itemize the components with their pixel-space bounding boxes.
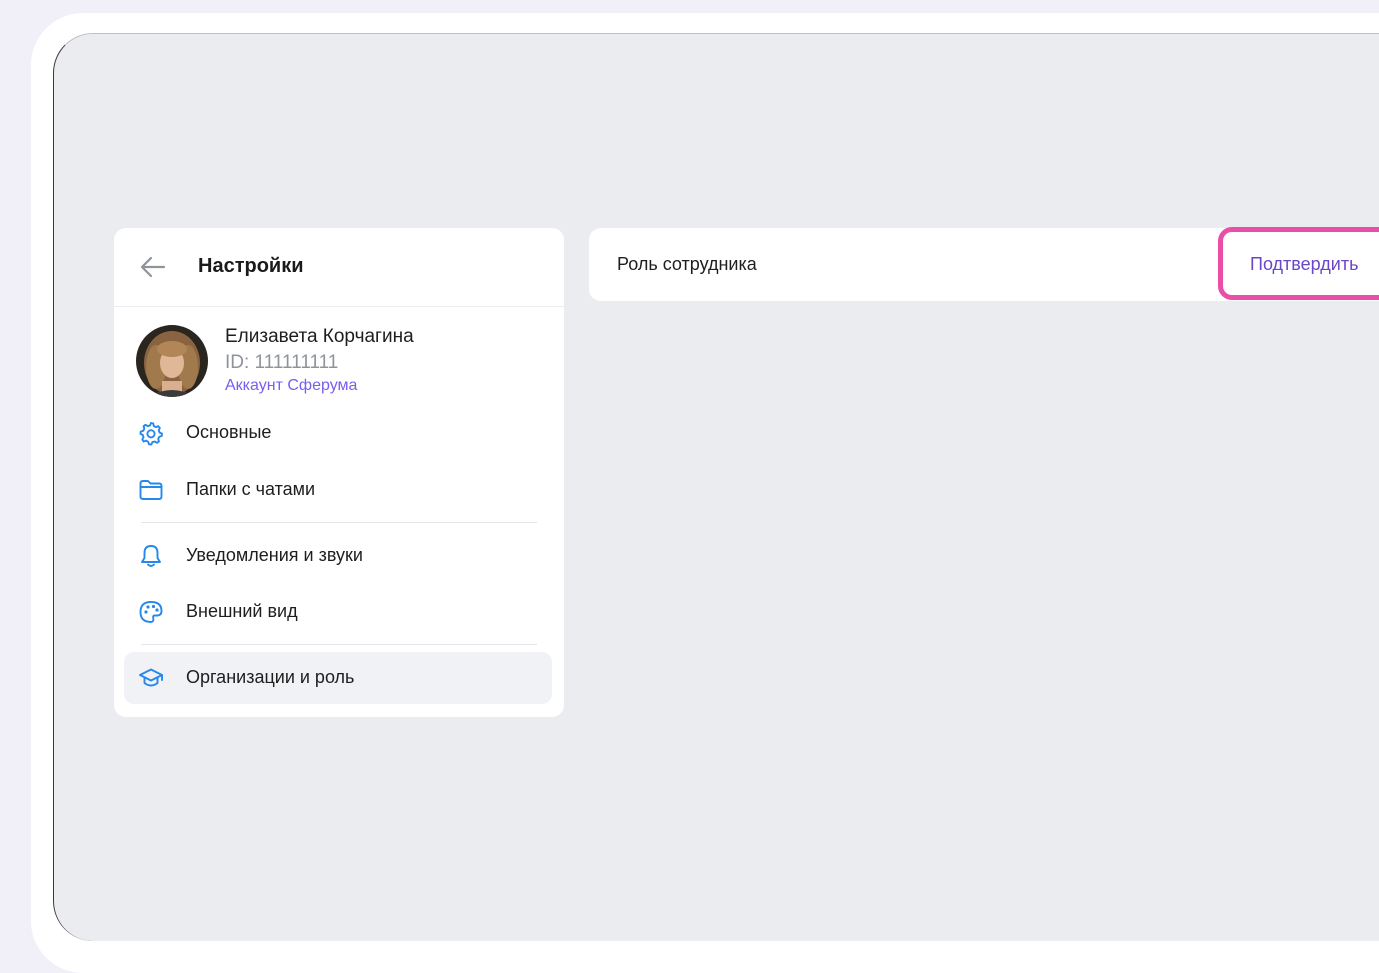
role-label: Роль сотрудника	[617, 254, 757, 274]
menu-divider	[141, 644, 537, 645]
menu-item-appearance[interactable]: Внешний вид	[124, 586, 552, 638]
role-bar: Роль сотрудника Подтвердить	[589, 227, 1379, 301]
back-button[interactable]	[138, 252, 168, 282]
menu-item-notifications[interactable]: Уведомления и звуки	[124, 530, 552, 582]
menu-item-main[interactable]: Основные	[124, 407, 552, 459]
confirm-button[interactable]: Подтвердить	[1250, 254, 1358, 275]
page-title: Настройки	[198, 255, 304, 277]
graduation-cap-icon	[139, 668, 163, 687]
settings-panel: Настройки Елизавета Корчагина ID: 111111…	[114, 228, 564, 717]
menu-item-label: Внешний вид	[186, 601, 298, 621]
settings-header: Настройки	[114, 228, 564, 307]
menu-item-label: Папки с чатами	[186, 479, 316, 499]
arrow-left-icon	[140, 256, 166, 278]
palette-icon	[139, 601, 163, 623]
profile-id: ID: 111111111	[225, 352, 339, 373]
folder-icon	[139, 480, 163, 500]
profile-account-type: Аккаунт Сферума	[225, 377, 358, 394]
profile-name: Елизавета Корчагина	[225, 326, 414, 347]
profile-card[interactable]: Елизавета Корчагина ID: 111111111 Аккаун…	[114, 307, 564, 407]
menu-item-folders[interactable]: Папки с чатами	[124, 464, 552, 516]
menu-divider	[141, 522, 537, 523]
menu-item-label: Основные	[186, 422, 272, 442]
bell-icon	[141, 545, 161, 567]
menu-item-organizations[interactable]: Организации и роль	[124, 652, 552, 704]
gear-icon	[139, 422, 163, 446]
menu-item-label: Уведомления и звуки	[186, 545, 363, 565]
menu-item-label: Организации и роль	[186, 667, 355, 687]
avatar	[136, 325, 208, 397]
